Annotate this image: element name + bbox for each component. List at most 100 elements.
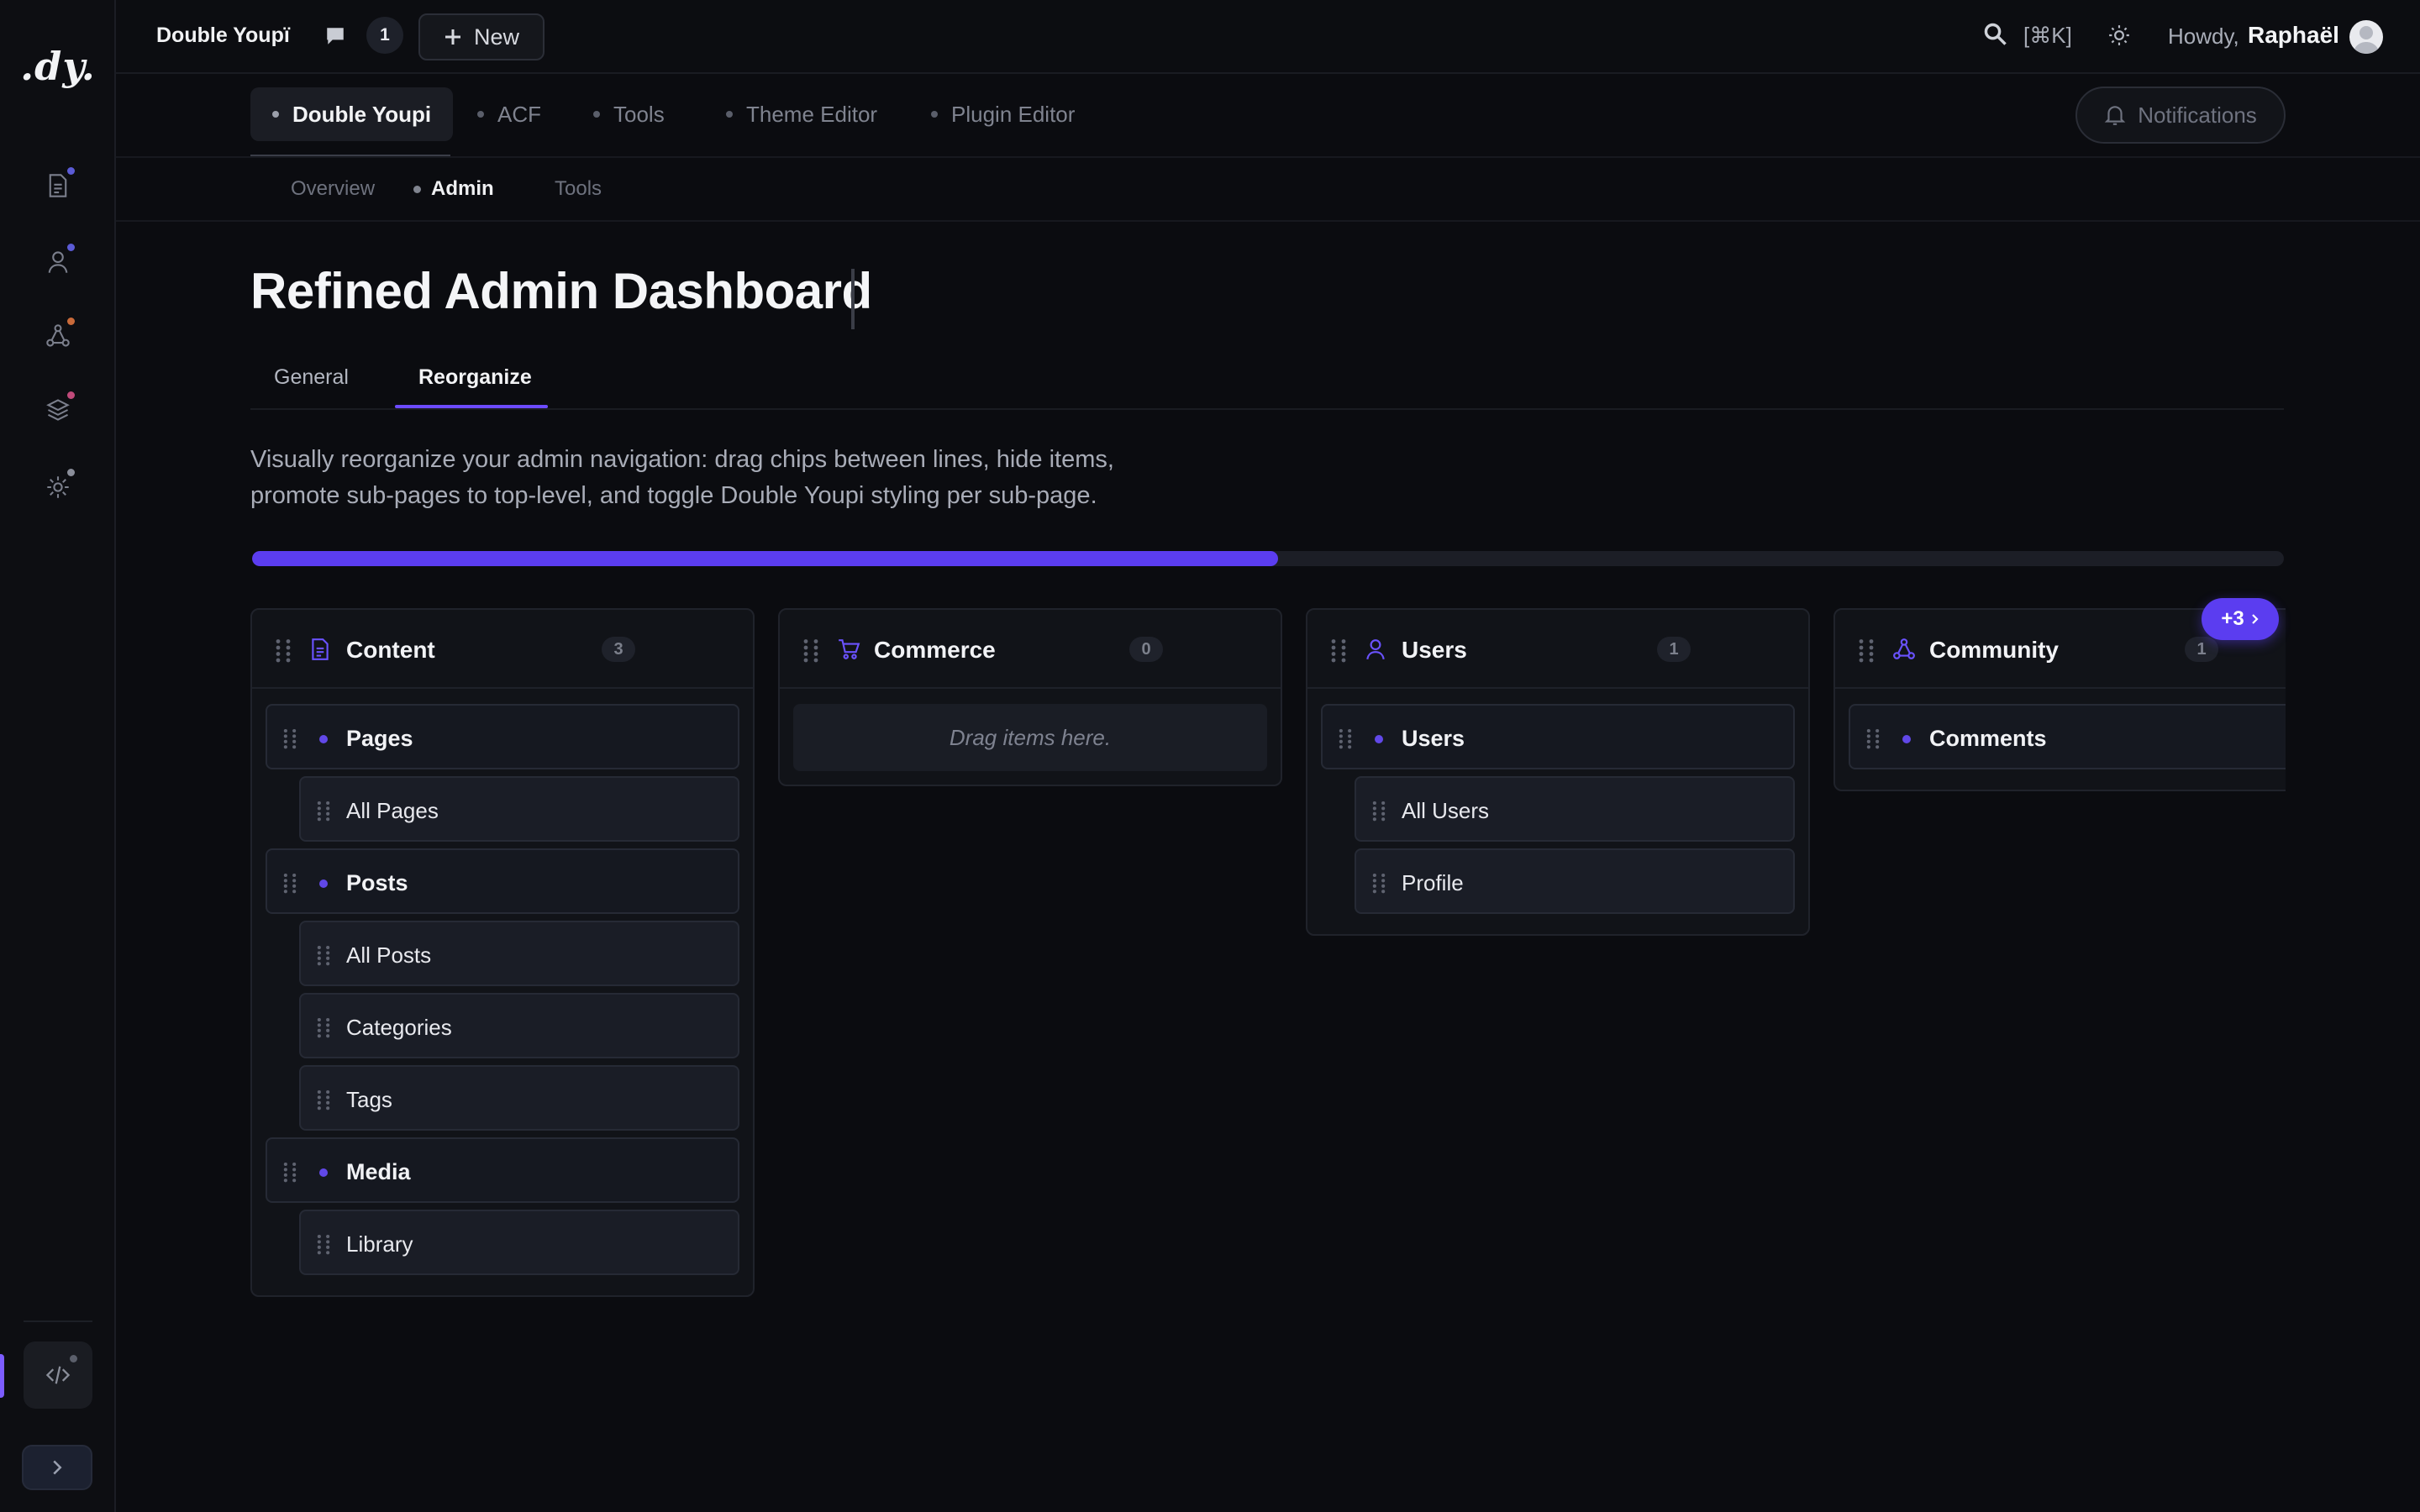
drag-handle-icon[interactable] <box>282 1161 297 1183</box>
code-button[interactable] <box>24 1341 92 1409</box>
sun-icon[interactable] <box>2107 24 2131 47</box>
submenu-item-profile[interactable]: Profile <box>1355 848 1795 914</box>
tab-acf[interactable]: ACF <box>455 87 563 141</box>
submenu-item-library[interactable]: Library <box>299 1210 739 1275</box>
drag-handle-icon[interactable] <box>1371 872 1386 894</box>
item-label: Posts <box>346 870 408 895</box>
drag-handle-icon[interactable] <box>316 944 331 966</box>
plus-icon <box>444 28 462 46</box>
menu-item-pages[interactable]: Pages <box>266 704 739 769</box>
rail-layers-button[interactable] <box>38 390 78 430</box>
column-title[interactable]: Commerce <box>874 637 996 664</box>
drag-handle-icon[interactable] <box>1371 800 1386 822</box>
item-label: All Posts <box>346 942 432 968</box>
rail-dot <box>67 469 75 476</box>
comment-count-badge[interactable]: 1 <box>366 17 403 54</box>
tab-label: Theme Editor <box>746 101 878 127</box>
search-icon[interactable] <box>1983 22 2008 47</box>
tab-theme-editor[interactable]: Theme Editor <box>704 87 899 141</box>
rail-dot <box>67 167 75 175</box>
column-commerce: Commerce 0 Drag items here. <box>778 608 1282 786</box>
drag-handle-icon[interactable] <box>316 800 331 822</box>
menu-columns: Content 3 Pages All Pages Posts All Post… <box>250 608 2286 1322</box>
more-columns-button[interactable]: +3 <box>2202 598 2279 640</box>
item-label: All Users <box>1402 798 1490 823</box>
expand-sidebar-button[interactable] <box>22 1445 92 1490</box>
tab-reorganize[interactable]: Reorganize <box>418 365 532 390</box>
subtab-overview[interactable]: Overview <box>291 177 375 201</box>
avatar[interactable] <box>2349 20 2383 54</box>
rail-dot <box>67 318 75 325</box>
drag-handle-icon[interactable] <box>316 1233 331 1255</box>
tabs-divider <box>250 408 2284 410</box>
column-body: Users All Users Profile <box>1307 689 1808 934</box>
rail-users-button[interactable] <box>38 242 78 282</box>
drag-handle-icon[interactable] <box>1857 638 1876 663</box>
drag-handle-icon[interactable] <box>802 638 820 663</box>
rail-dot <box>67 391 75 399</box>
submenu-item-categories[interactable]: Categories <box>299 993 739 1058</box>
drop-zone[interactable]: Drag items here. <box>793 704 1267 771</box>
tab-bullet <box>477 111 484 118</box>
chevron-right-icon <box>50 1459 64 1476</box>
drag-handle-icon[interactable] <box>282 727 297 749</box>
new-button[interactable]: New <box>418 13 544 60</box>
drag-handle-icon[interactable] <box>316 1089 331 1110</box>
site-name[interactable]: Double Youpï <box>156 24 290 48</box>
title-cursor <box>851 269 855 329</box>
rail-community-button[interactable] <box>38 316 78 356</box>
column-count-badge: 3 <box>602 637 635 662</box>
rail-settings-button[interactable] <box>38 467 78 507</box>
subtab-tools[interactable]: Tools <box>555 177 602 201</box>
drag-handle-icon[interactable] <box>274 638 292 663</box>
chevron-right-icon <box>2251 613 2260 625</box>
notifications-button[interactable]: Notifications <box>2075 87 2286 144</box>
column-header: Commerce 0 <box>780 610 1281 689</box>
column-title[interactable]: Community <box>1929 637 2059 664</box>
column-header: Content 3 <box>252 610 753 689</box>
layers-icon <box>45 397 71 423</box>
code-icon <box>45 1363 71 1387</box>
new-button-label: New <box>473 24 519 50</box>
menu-item-users[interactable]: Users <box>1321 704 1795 769</box>
submenu-item-all-pages[interactable]: All Pages <box>299 776 739 842</box>
subtab-label: Overview <box>291 177 376 200</box>
menu-item-posts[interactable]: Posts <box>266 848 739 914</box>
menu-item-comments[interactable]: Comments <box>1849 704 2286 769</box>
logo[interactable]: .dy. <box>0 44 116 89</box>
subtab-admin[interactable]: Admin <box>413 177 494 201</box>
drag-handle-icon[interactable] <box>282 872 297 894</box>
cart-icon <box>837 638 860 661</box>
tab-tools[interactable]: Tools <box>571 87 687 141</box>
active-indicator <box>0 1354 4 1398</box>
item-label: Profile <box>1402 870 1464 895</box>
tab-plugin-editor[interactable]: Plugin Editor <box>909 87 1097 141</box>
drag-handle-icon[interactable] <box>1865 727 1881 749</box>
share-nodes-icon <box>45 323 71 349</box>
submenu-item-all-posts[interactable]: All Posts <box>299 921 739 986</box>
user-name[interactable]: Raphaël <box>2248 22 2339 49</box>
comment-icon[interactable] <box>324 25 346 47</box>
column-count-badge: 0 <box>1129 637 1163 662</box>
drag-handle-icon[interactable] <box>1329 638 1348 663</box>
drag-handle-icon[interactable] <box>1338 727 1353 749</box>
column-title[interactable]: Content <box>346 637 435 664</box>
column-users: Users 1 Users All Users Profile <box>1306 608 1810 936</box>
user-icon <box>46 249 70 275</box>
column-title[interactable]: Users <box>1402 637 1467 664</box>
more-count: +3 <box>2221 607 2244 630</box>
item-label: All Pages <box>346 798 439 823</box>
active-tab-underline <box>395 405 548 408</box>
submenu-item-tags[interactable]: Tags <box>299 1065 739 1131</box>
rail-pages-button[interactable] <box>38 165 78 206</box>
tab-bullet <box>593 111 600 118</box>
drag-handle-icon[interactable] <box>316 1016 331 1038</box>
tab-double-youpi[interactable]: Double Youpi <box>250 87 454 141</box>
submenu-item-all-users[interactable]: All Users <box>1355 776 1795 842</box>
column-content: Content 3 Pages All Pages Posts All Post… <box>250 608 755 1297</box>
item-label: Comments <box>1929 726 2047 751</box>
page-icon <box>46 173 70 198</box>
tab-general[interactable]: General <box>274 365 349 390</box>
menu-item-media[interactable]: Media <box>266 1137 739 1203</box>
item-bullet <box>319 879 328 888</box>
